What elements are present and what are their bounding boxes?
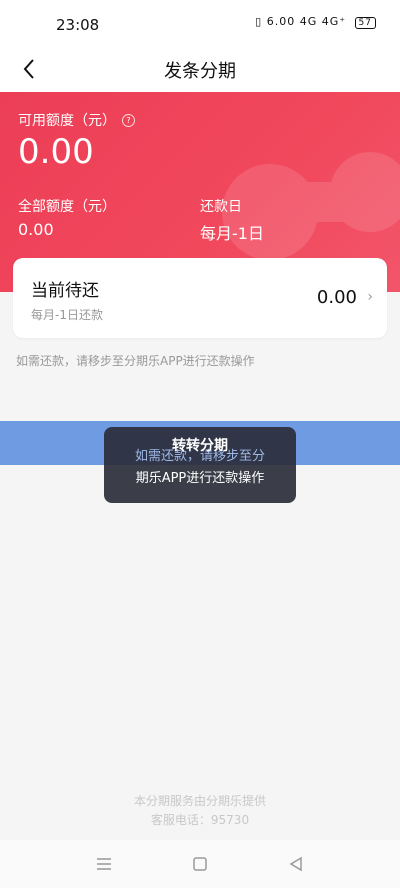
total-credit-value: 0.00 <box>18 220 54 239</box>
pending-subtitle: 每月-1日还款 <box>31 308 103 322</box>
toast-title: 转转分期 <box>172 438 228 454</box>
total-credit-label: 全部额度（元） <box>18 199 116 215</box>
toast-message: 如需还款，请移步至分 转转分期 期乐APP进行还款操作 <box>104 427 296 503</box>
toast-line-2: 期乐APP进行还款操作 <box>135 471 265 486</box>
repayment-day-label: 还款日 <box>200 199 242 215</box>
repayment-notice: 如需还款，请移步至分期乐APP进行还款操作 <box>16 354 255 368</box>
help-icon[interactable]: ? <box>122 114 135 127</box>
status-indicators: ▯ 6.00 4G 4G⁺ 57 <box>255 15 376 29</box>
nav-menu-button[interactable] <box>92 852 116 876</box>
chevron-right-icon: › <box>367 289 373 305</box>
battery-icon: 57 <box>354 17 376 29</box>
available-credit-label: 可用额度（元）? <box>18 110 135 130</box>
pending-amount: 0.00 <box>316 287 357 308</box>
nav-back-button[interactable] <box>284 852 308 876</box>
signal-indicators: ▯ 6.00 4G 4G⁺ <box>255 15 347 28</box>
page-title: 发条分期 <box>164 61 236 82</box>
repayment-day-value: 每月-1日 <box>200 224 264 243</box>
pending-title: 当前待还 <box>31 281 99 301</box>
system-nav-bar <box>0 840 400 888</box>
top-nav: 发条分期 <box>0 50 400 92</box>
triangle-back-icon <box>289 856 302 872</box>
footer: 本分期服务由分期乐提供 客服电话：95730 <box>0 792 400 830</box>
available-credit-value: 0.00 <box>18 132 94 172</box>
nav-home-button[interactable] <box>188 852 212 876</box>
provider-text: 本分期服务由分期乐提供 <box>133 794 266 808</box>
status-time: 23:08 <box>56 16 100 34</box>
service-phone: 客服电话：95730 <box>150 813 250 827</box>
status-bar: 23:08 ▯ 6.00 4G 4G⁺ 57 <box>0 0 400 50</box>
pending-repayment-card[interactable]: 当前待还 每月-1日还款 0.00 › <box>13 258 387 338</box>
square-icon <box>193 857 207 871</box>
menu-icon <box>97 858 111 870</box>
